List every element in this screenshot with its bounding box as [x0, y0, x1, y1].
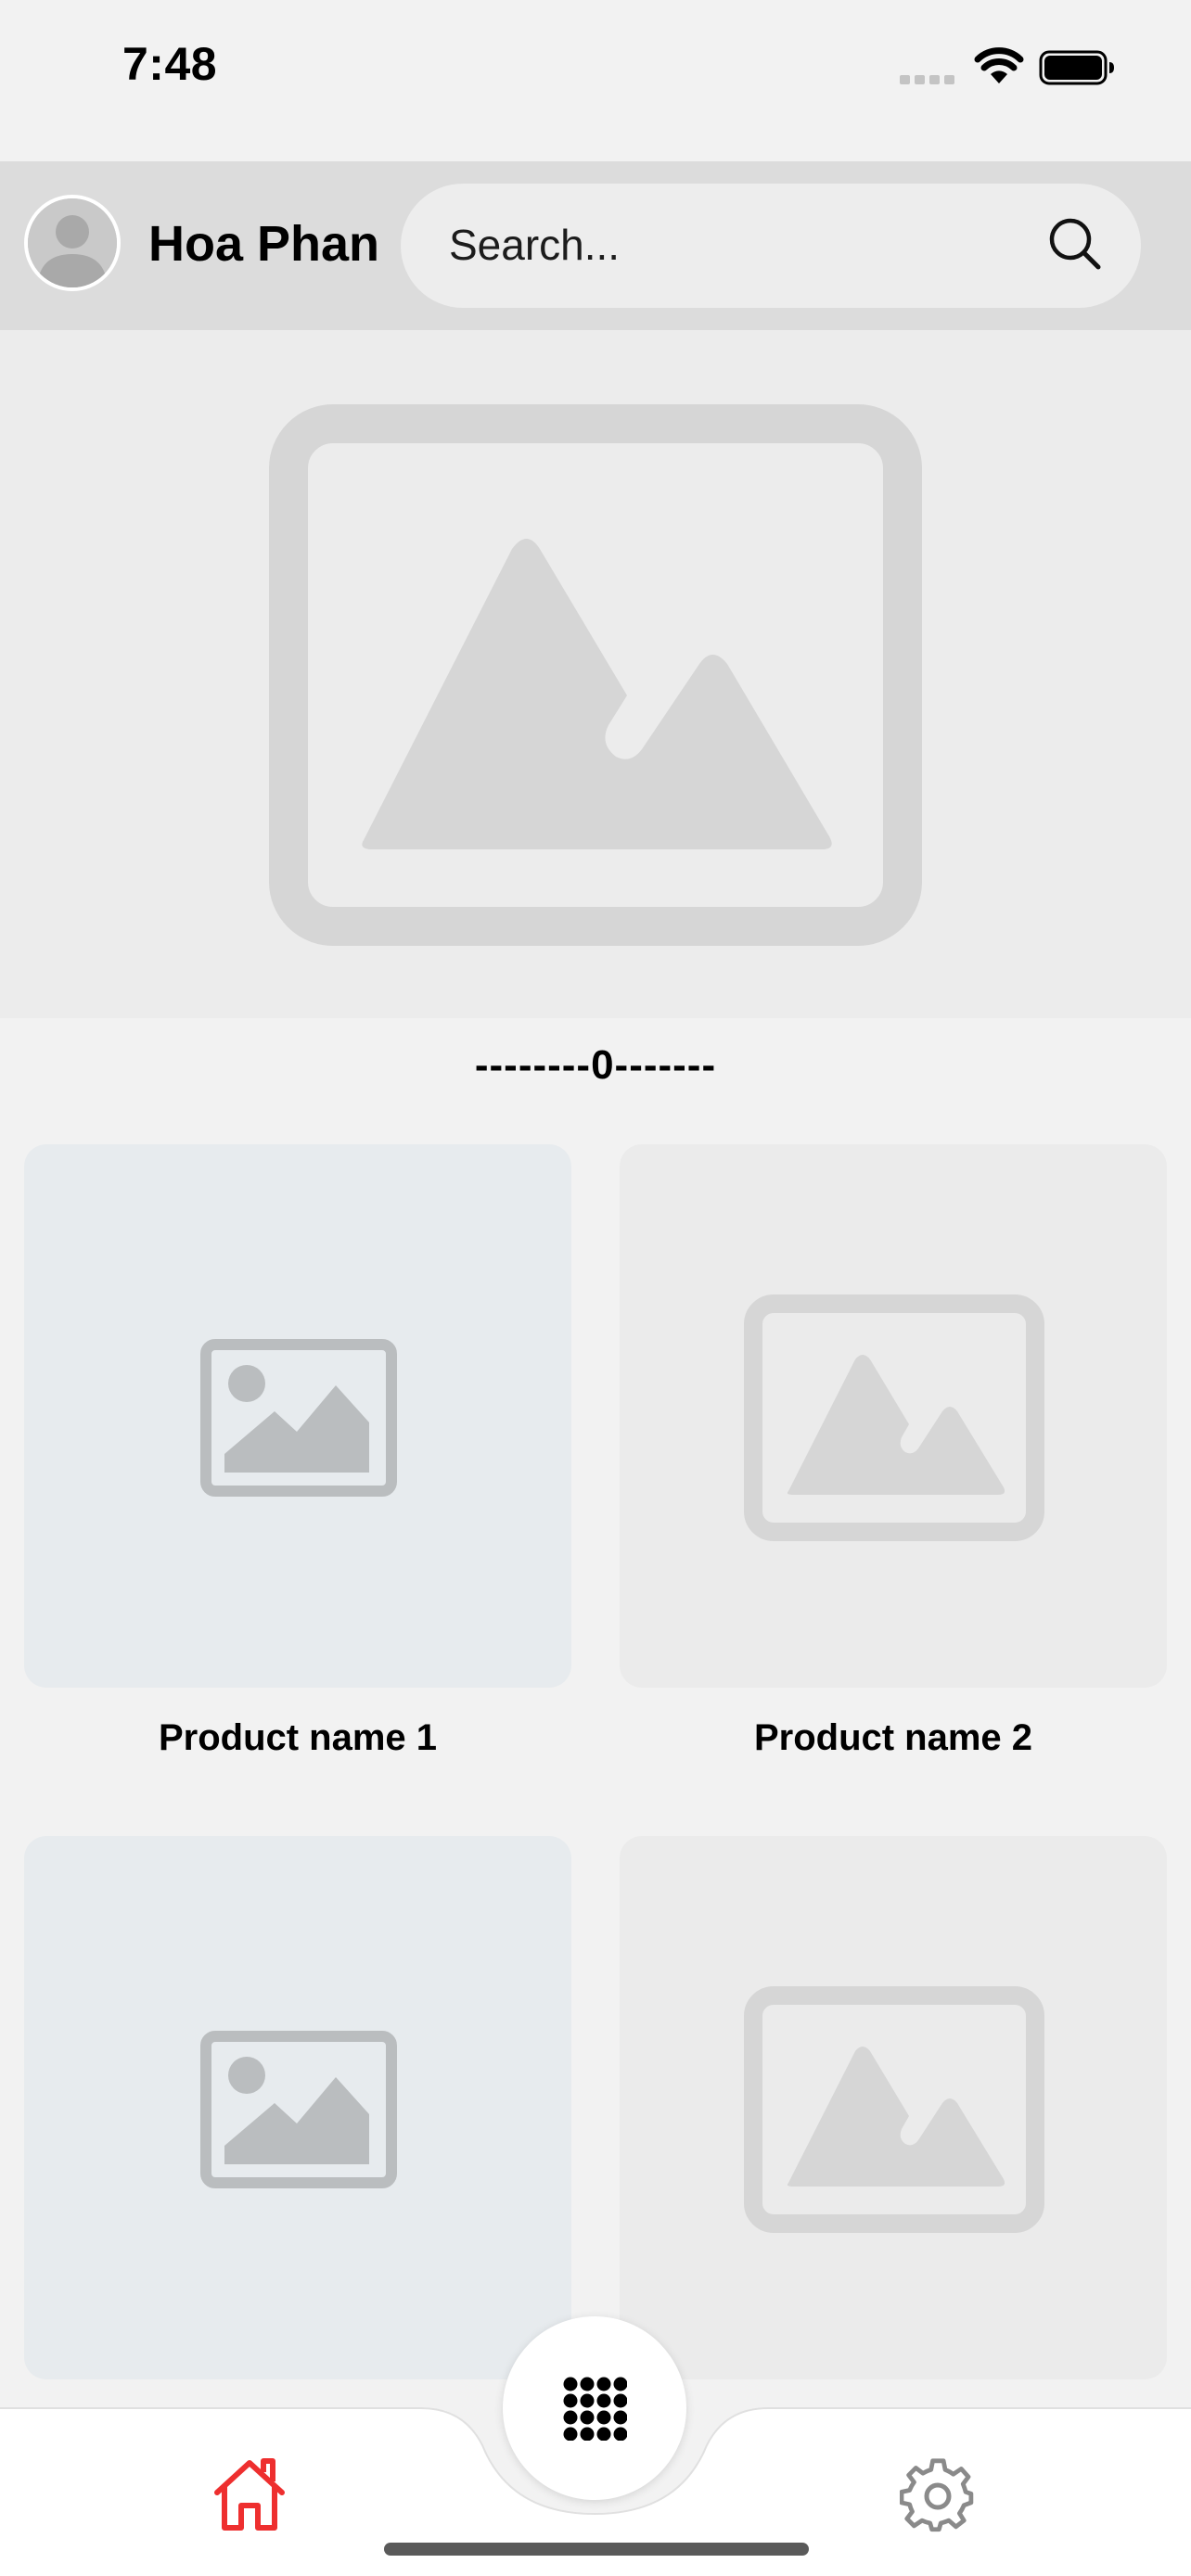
- product-card[interactable]: [24, 1836, 571, 2379]
- grid-menu-icon: [563, 2377, 627, 2441]
- image-placeholder-icon: [269, 404, 922, 946]
- image-placeholder-icon: [744, 1294, 1044, 1541]
- wifi-icon: [974, 47, 1024, 83]
- user-name: Hoa Phan: [148, 216, 380, 272]
- user-placeholder-icon: [28, 198, 117, 287]
- product-card[interactable]: [620, 1836, 1167, 2379]
- search-bar[interactable]: [401, 184, 1141, 308]
- page-counter: --------0-------: [474, 1042, 717, 1088]
- battery-icon: [1039, 50, 1114, 85]
- product-name: Product name 2: [753, 1717, 1033, 1758]
- home-icon[interactable]: [211, 2457, 288, 2531]
- product-name: Product name 1: [158, 1717, 438, 1758]
- avatar[interactable]: [24, 195, 121, 291]
- home-indicator: [384, 2543, 809, 2556]
- status-bar: 7:48: [0, 0, 1191, 161]
- search-input[interactable]: [449, 215, 1005, 274]
- banner[interactable]: [0, 330, 1191, 1018]
- gear-icon[interactable]: [900, 2457, 976, 2533]
- product-card[interactable]: [24, 1144, 571, 1688]
- status-time: 7:48: [122, 38, 218, 90]
- image-placeholder-icon: [200, 2031, 397, 2188]
- header: Hoa Phan: [0, 161, 1191, 330]
- image-placeholder-icon: [744, 1986, 1044, 2233]
- product-card[interactable]: [620, 1144, 1167, 1688]
- image-placeholder-icon: [200, 1339, 397, 1497]
- search-icon[interactable]: [1044, 213, 1106, 274]
- signal-icon: [900, 75, 954, 84]
- menu-button[interactable]: [503, 2316, 686, 2500]
